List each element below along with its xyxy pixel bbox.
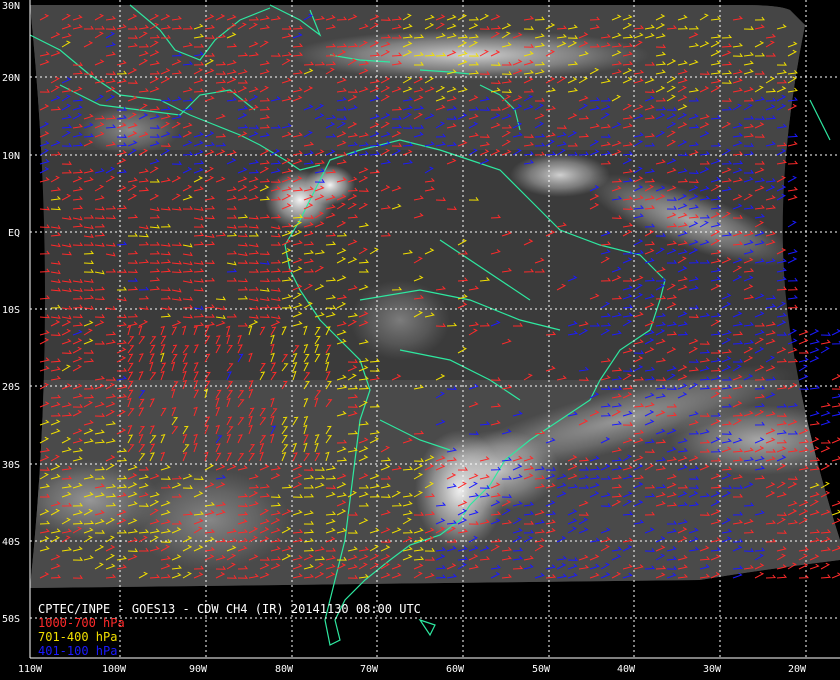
satellite-wind-map: 30N 20N 10N EQ 10S 20S 30S 40S 50S 110W … — [0, 0, 840, 680]
lon-label: 100W — [102, 664, 127, 675]
legend-high-level: 401-100 hPa — [38, 644, 118, 658]
lat-label: 30S — [2, 460, 20, 471]
lon-label: 20W — [788, 664, 807, 675]
lon-label: 80W — [275, 664, 294, 675]
lon-label: 110W — [18, 664, 43, 675]
lon-label: 70W — [360, 664, 379, 675]
lat-label: 10S — [2, 305, 20, 316]
lon-label: 40W — [617, 664, 636, 675]
lat-label: 20S — [2, 382, 20, 393]
lat-label: 10N — [2, 151, 20, 162]
product-title: CPTEC/INPE - GOES13 - CDW CH4 (IR) 20141… — [38, 602, 421, 616]
lat-label: 30N — [2, 1, 20, 12]
legend-low-level: 1000-700 hPa — [38, 616, 125, 630]
lon-label: 60W — [446, 664, 465, 675]
lat-label: EQ — [8, 228, 20, 239]
lat-label: 20N — [2, 73, 20, 84]
legend-mid-level: 701-400 hPa — [38, 630, 118, 644]
lon-label: 30W — [703, 664, 722, 675]
lat-label: 40S — [2, 537, 20, 548]
lon-label: 90W — [189, 664, 208, 675]
lat-label: 50S — [2, 614, 20, 625]
lon-label: 50W — [532, 664, 551, 675]
